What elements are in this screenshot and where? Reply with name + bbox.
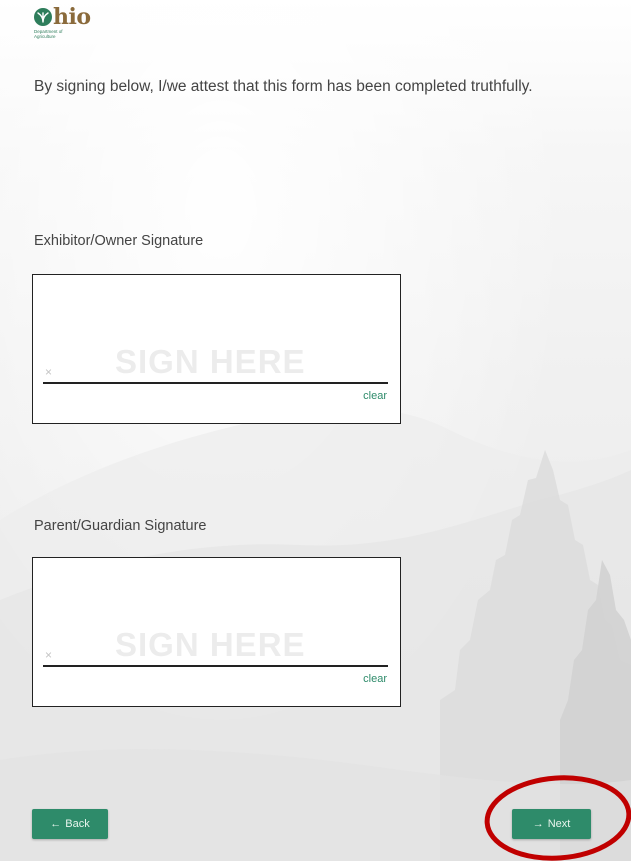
misty-forest-background bbox=[0, 408, 631, 861]
guardian-signature-label: Parent/Guardian Signature bbox=[34, 518, 207, 534]
sign-here-watermark: SIGN HERE bbox=[115, 626, 306, 663]
logo-subtitle: Department of Agriculture bbox=[34, 29, 94, 39]
logo-subtitle-line2: Agriculture bbox=[34, 34, 56, 39]
sign-here-watermark: SIGN HERE bbox=[115, 343, 306, 380]
attestation-text: By signing below, I/we attest that this … bbox=[34, 78, 533, 95]
signature-line bbox=[43, 382, 388, 384]
guardian-clear-link[interactable]: clear bbox=[363, 673, 387, 685]
ohio-logo-icon bbox=[34, 8, 52, 26]
page-background bbox=[0, 0, 631, 861]
ohio-agriculture-logo: hio Department of Agriculture bbox=[34, 4, 124, 42]
logo-wordmark: hio bbox=[53, 4, 91, 30]
signature-line bbox=[43, 665, 388, 667]
back-button-label: Back bbox=[65, 818, 90, 830]
next-button-label: Next bbox=[547, 818, 571, 830]
signature-x-mark: × bbox=[45, 365, 53, 379]
arrow-right-icon: → bbox=[532, 818, 544, 830]
signature-x-mark: × bbox=[45, 648, 53, 662]
back-button[interactable]: ← Back bbox=[32, 809, 108, 839]
arrow-left-icon: ← bbox=[50, 818, 62, 830]
next-button[interactable]: → Next bbox=[512, 809, 591, 839]
exhibitor-signature-pad[interactable]: SIGN HERE × clear bbox=[32, 274, 401, 424]
exhibitor-clear-link[interactable]: clear bbox=[363, 390, 387, 402]
exhibitor-signature-label: Exhibitor/Owner Signature bbox=[34, 233, 204, 249]
guardian-signature-pad[interactable]: SIGN HERE × clear bbox=[32, 557, 401, 707]
